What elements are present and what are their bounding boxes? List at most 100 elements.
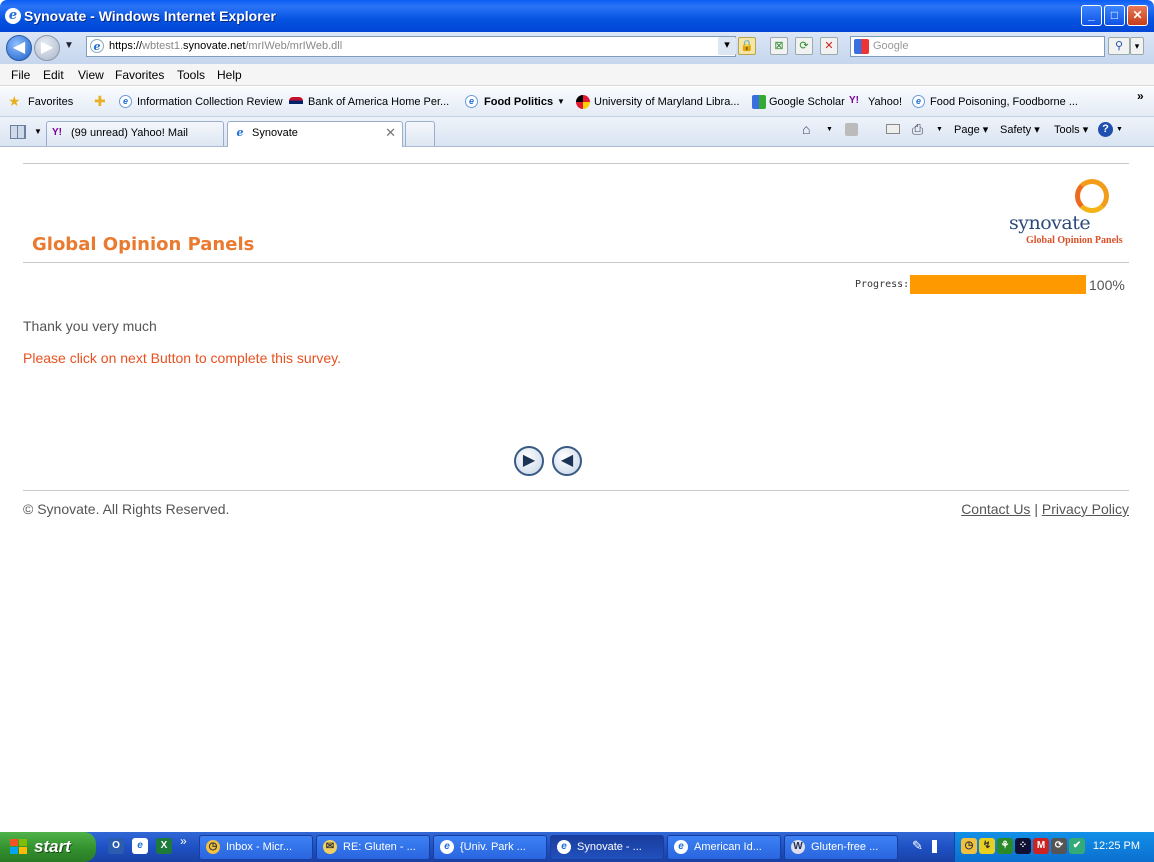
taskbar: start O e X » ◷ Inbox - Micr... ✉ RE: Glut… <box>0 832 1154 862</box>
address-dropdown-icon[interactable]: ▾ <box>718 37 736 55</box>
menu-favorites[interactable]: Favorites <box>115 68 164 82</box>
google-scholar-icon <box>752 95 766 109</box>
yahoo-icon: Y! <box>52 127 62 138</box>
progress-fill <box>910 275 1086 294</box>
refresh-icon[interactable]: ⟳ <box>795 37 813 55</box>
clock: 12:25 PM <box>1092 840 1140 852</box>
menu-help[interactable]: Help <box>217 68 242 82</box>
tray-app-icon[interactable]: ↯ <box>979 838 995 854</box>
favorites-button[interactable]: Favorites <box>28 96 73 108</box>
window-titlebar[interactable]: e Synovate - Windows Internet Explorer _… <box>0 0 1154 32</box>
page-content: Global Opinion Panels synovate Global Op… <box>3 148 1151 832</box>
fav-food-poisoning[interactable]: Food Poisoning, Foodborne ... <box>930 96 1078 108</box>
add-favorite-icon[interactable]: ✚ <box>94 93 106 110</box>
quicklaunch-excel-icon[interactable]: X <box>156 838 172 854</box>
menu-edit[interactable]: Edit <box>43 68 64 82</box>
logo-subtitle: Global Opinion Panels <box>1026 235 1123 246</box>
windows-logo-icon <box>10 839 27 855</box>
chevron-down-icon[interactable]: ▼ <box>936 126 943 133</box>
safety-menu[interactable]: Safety ▾ <box>1000 123 1040 136</box>
compatibility-icon[interactable]: ⊠ <box>770 37 788 55</box>
quicklaunch-more-icon[interactable]: » <box>180 834 187 848</box>
contact-us-link[interactable]: Contact Us <box>961 501 1030 517</box>
taskbar-synovate[interactable]: e Synovate - ... <box>550 835 664 860</box>
logo-word: synovate <box>1009 212 1091 234</box>
tab-synovate[interactable]: e Synovate ✕ <box>227 121 403 147</box>
fav-yahoo[interactable]: Yahoo! <box>868 96 902 108</box>
bank-of-america-icon <box>289 97 303 104</box>
tray-sync-icon[interactable]: ⟳ <box>1051 838 1067 854</box>
menu-file[interactable]: File <box>11 68 30 82</box>
synovate-logo-icon <box>1075 179 1109 213</box>
privacy-policy-link[interactable]: Privacy Policy <box>1042 501 1129 517</box>
history-dropdown-icon[interactable]: ▼ <box>64 40 74 51</box>
tab-yahoo-mail[interactable]: Y! (99 unread) Yahoo! Mail <box>46 121 224 146</box>
fav-ie-icon: e <box>119 95 132 108</box>
ie-logo-icon: e <box>5 8 21 24</box>
favorites-star-icon: ★ <box>8 93 21 109</box>
help-icon[interactable]: ? <box>1098 122 1113 137</box>
print-icon[interactable]: ⎙ <box>912 121 923 138</box>
address-bar[interactable]: e https://wbtest1.synovate.net/mrIWeb/mr… <box>86 36 736 57</box>
forward-button[interactable]: ▶ <box>34 35 60 61</box>
thank-you-text: Thank you very much <box>23 318 157 334</box>
taskbar-american-id[interactable]: e American Id... <box>667 835 781 860</box>
chevron-down-icon[interactable]: ▼ <box>826 126 833 133</box>
link-separator: | <box>1034 501 1038 517</box>
page-menu[interactable]: Page ▾ <box>954 123 988 136</box>
search-icon[interactable]: ⚲ <box>1108 37 1130 55</box>
quicklaunch-ie-icon[interactable]: e <box>132 838 148 854</box>
pen-icon[interactable]: ✎ <box>912 838 923 854</box>
next-button[interactable]: ▶ <box>514 446 544 476</box>
start-button[interactable]: start <box>0 832 96 862</box>
minimize-button[interactable]: _ <box>1081 5 1102 26</box>
quick-tabs-icon[interactable] <box>10 125 26 139</box>
battery-icon[interactable] <box>932 840 937 853</box>
fav-information-collection-review[interactable]: Information Collection Review <box>137 96 283 108</box>
quicklaunch-outlook-icon[interactable]: O <box>108 838 124 854</box>
fav-google-scholar[interactable]: Google Scholar <box>769 96 845 108</box>
window-title: Synovate - Windows Internet Explorer <box>24 8 276 24</box>
copyright-text: © Synovate. All Rights Reserved. <box>23 501 230 517</box>
tray-security-icon[interactable]: ✔ <box>1069 838 1085 854</box>
progress-bar <box>910 275 1086 294</box>
fav-bank-of-america[interactable]: Bank of America Home Per... <box>308 96 449 108</box>
taskbar-re-gluten[interactable]: ✉ RE: Gluten - ... <box>316 835 430 860</box>
mail-icon[interactable] <box>886 124 900 134</box>
fav-ie-icon: e <box>465 95 478 108</box>
menu-tools[interactable]: Tools <box>177 68 205 82</box>
lock-icon[interactable]: 🔒 <box>738 37 756 55</box>
fav-university-of-maryland[interactable]: University of Maryland Libra... <box>594 96 740 108</box>
home-icon[interactable]: ⌂ <box>802 121 810 137</box>
chevron-down-icon[interactable]: ▼ <box>1116 126 1123 133</box>
taskbar-outlook-inbox[interactable]: ◷ Inbox - Micr... <box>199 835 313 860</box>
stop-icon[interactable]: ✕ <box>820 37 838 55</box>
taskbar-univ-park[interactable]: e {Univ. Park ... <box>433 835 547 860</box>
top-divider <box>23 163 1129 164</box>
instruction-text: Please click on next Button to complete … <box>23 350 342 366</box>
progress-label: Progress: <box>855 279 910 290</box>
menu-view[interactable]: View <box>78 68 104 82</box>
yahoo-icon: Y! <box>849 95 859 106</box>
taskbar-gluten-free[interactable]: W Gluten-free ... <box>784 835 898 860</box>
tray-m-icon[interactable]: M <box>1033 838 1049 854</box>
new-tab-button[interactable] <box>405 121 435 146</box>
close-button[interactable]: ✕ <box>1127 5 1148 26</box>
more-chevron-icon[interactable]: » <box>1137 89 1144 103</box>
tray-network-icon[interactable]: ⚘ <box>997 838 1013 854</box>
maximize-button[interactable]: □ <box>1104 5 1125 26</box>
close-tab-icon[interactable]: ✕ <box>385 122 396 144</box>
back-button[interactable]: ◀ <box>6 35 32 61</box>
ie-logo-icon: e <box>233 126 247 140</box>
search-input[interactable]: Google <box>850 36 1105 57</box>
tools-menu[interactable]: Tools ▾ <box>1054 123 1088 136</box>
fav-food-politics[interactable]: Food Politics <box>484 96 553 108</box>
tray-dots-icon[interactable]: ⁘ <box>1015 838 1031 854</box>
tab-list-icon[interactable]: ▼ <box>34 127 42 136</box>
previous-button[interactable]: ◀ <box>552 446 582 476</box>
progress-percent: 100% <box>1089 277 1125 293</box>
tray-clock-icon[interactable]: ◷ <box>961 838 977 854</box>
search-options-icon[interactable]: ▾ <box>1130 37 1144 55</box>
feeds-icon[interactable] <box>845 123 858 136</box>
chevron-down-icon[interactable]: ▼ <box>557 97 565 106</box>
